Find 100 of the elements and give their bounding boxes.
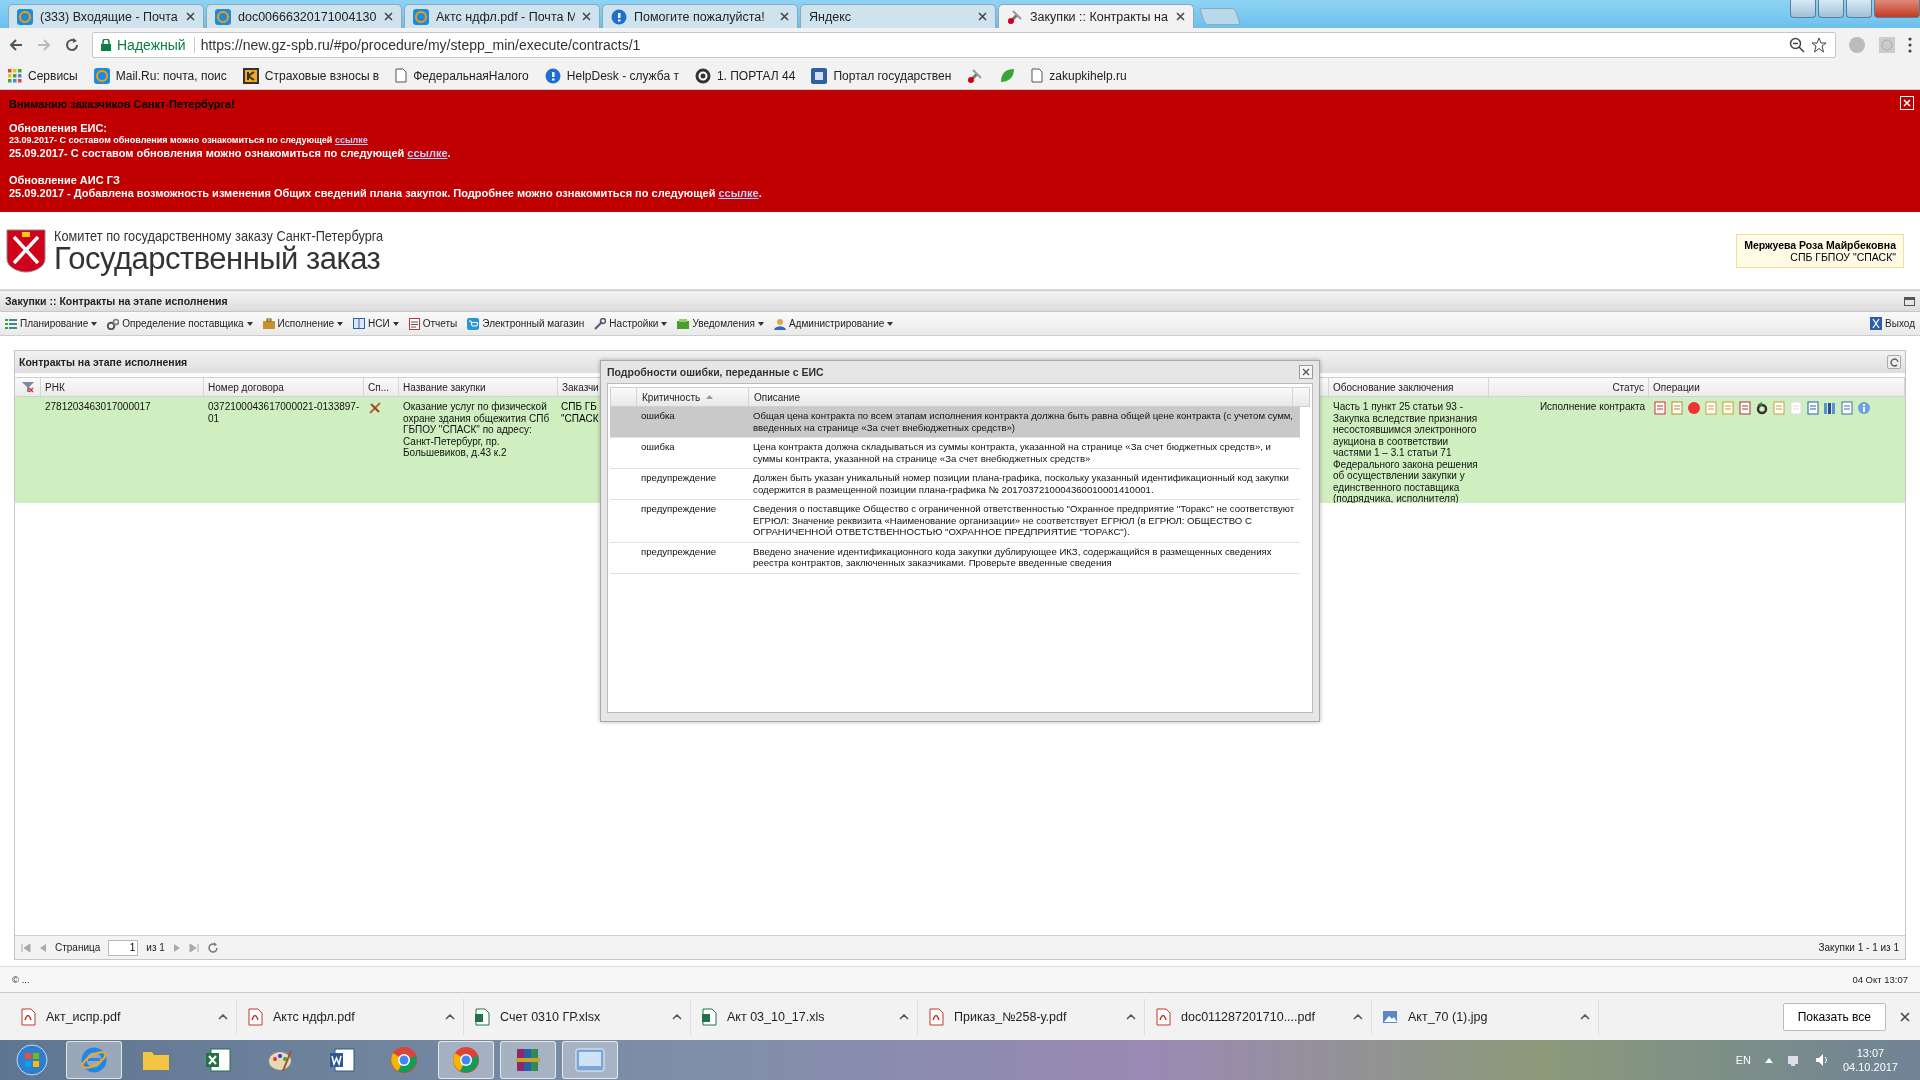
bookmark[interactable]: Страховые взносы в <box>242 67 380 84</box>
collapse-icon[interactable] <box>1904 296 1915 306</box>
back-icon[interactable] <box>8 37 24 53</box>
chevron-up-icon[interactable] <box>218 1013 228 1020</box>
close-icon[interactable] <box>186 12 195 21</box>
bookmark[interactable]: Портал государствен <box>811 67 952 84</box>
clock[interactable]: 13:07 04.10.2017 <box>1842 1046 1898 1074</box>
chevron-up-icon[interactable] <box>672 1013 682 1020</box>
speaker-icon[interactable] <box>1814 1053 1829 1067</box>
bookmark[interactable] <box>967 67 984 84</box>
next-page-icon[interactable] <box>172 942 181 953</box>
user-button[interactable] <box>1790 0 1816 18</box>
reload-icon[interactable] <box>64 37 80 53</box>
zoom-out-icon[interactable] <box>1789 37 1805 53</box>
document-w-icon[interactable] <box>329 1047 355 1073</box>
previous-page-icon[interactable] <box>39 942 47 953</box>
spreadsheet-icon[interactable] <box>205 1047 231 1073</box>
download-item[interactable]: Акт_70 (1).jpg <box>1372 998 1599 1035</box>
browser-tab[interactable]: doc00666320171004130 <box>206 4 402 28</box>
first-page-icon[interactable] <box>21 942 31 953</box>
link[interactable]: ссылке <box>334 135 368 145</box>
download-item[interactable]: Актс ндфл.pdf <box>237 998 464 1035</box>
column-header[interactable]: Название закупки <box>399 378 558 396</box>
chevron-up-icon[interactable] <box>445 1013 455 1020</box>
refresh-button[interactable] <box>1887 355 1901 369</box>
caret-up-icon[interactable] <box>1764 1057 1773 1063</box>
menu-item[interactable]: НСИ <box>353 317 399 330</box>
refresh-icon[interactable] <box>206 941 219 954</box>
download-item[interactable]: Акт_испр.pdf <box>10 998 237 1035</box>
taskbar-button[interactable] <box>500 1041 556 1079</box>
browser-circle-icon[interactable] <box>390 1046 418 1074</box>
browser-tab[interactable]: Яндекс <box>800 4 996 28</box>
column-header[interactable]: Операции <box>1649 378 1905 396</box>
close-icon[interactable] <box>384 12 393 21</box>
record-icon[interactable] <box>1687 401 1701 415</box>
browser-tab[interactable]: (333) Входящие - Почта <box>8 4 204 28</box>
close-icon[interactable] <box>780 12 789 21</box>
column-header[interactable]: Сп... <box>364 378 399 396</box>
browser-tab[interactable]: Закупки :: Контракты на <box>998 4 1194 28</box>
taskbar-button[interactable] <box>438 1041 494 1079</box>
filter-clear-icon[interactable] <box>21 381 34 393</box>
menu-item[interactable]: Настройки <box>594 317 668 330</box>
menu-icon[interactable] <box>1908 37 1912 53</box>
column-header[interactable]: Описание <box>749 388 1293 406</box>
download-item[interactable]: doc011287201710....pdf <box>1145 998 1372 1035</box>
download-item[interactable]: Приказ_№258-у.pdf <box>918 998 1145 1035</box>
menu-item[interactable]: Исполнение <box>262 317 344 330</box>
gear-icon[interactable] <box>1755 401 1769 415</box>
document-icon[interactable] <box>1653 401 1667 415</box>
close-icon[interactable] <box>1176 12 1185 21</box>
question-icon <box>544 67 561 84</box>
close-icon[interactable] <box>978 12 987 21</box>
column-header[interactable]: РНК <box>41 378 204 396</box>
column-header[interactable]: Обоснование заключения <box>1329 378 1489 396</box>
chevron-up-icon[interactable] <box>899 1013 909 1020</box>
page-field[interactable]: 1 <box>108 939 139 956</box>
info-icon[interactable] <box>1857 401 1871 415</box>
chevron-up-icon[interactable] <box>1580 1013 1590 1020</box>
browser-circle-icon[interactable] <box>452 1046 480 1074</box>
bookmark[interactable]: Сервисы <box>8 68 78 83</box>
star-icon[interactable] <box>1811 37 1827 53</box>
download-item[interactable]: Акт 03_10_17.xls <box>691 998 918 1035</box>
taskbar-button[interactable] <box>66 1041 122 1079</box>
menu-item[interactable]: Уведомления <box>677 317 764 330</box>
menu-item[interactable]: Электронный магазин <box>467 317 585 330</box>
menu-item[interactable]: Планирование <box>5 317 98 330</box>
download-item[interactable]: Счет 0310 ГР.xlsx <box>464 998 691 1035</box>
link[interactable]: ссылке <box>718 187 759 199</box>
chevron-up-icon[interactable] <box>1353 1013 1363 1020</box>
spreadsheet-file-icon <box>474 1007 490 1026</box>
menu-item[interactable]: Администрирование <box>773 317 894 330</box>
archive-books-icon[interactable] <box>514 1046 542 1074</box>
bookmark[interactable]: Mail.Ru: почта, поис <box>93 67 227 84</box>
wrench-icon <box>594 317 607 330</box>
maximize-button[interactable] <box>1846 0 1872 18</box>
network-icon[interactable] <box>1786 1053 1801 1067</box>
column-header[interactable]: Номер договора <box>204 378 364 396</box>
last-page-icon[interactable] <box>188 942 199 953</box>
bookmark[interactable]: 1. ПОРТАЛ 44 <box>694 67 796 84</box>
close-icon[interactable] <box>582 12 591 21</box>
bookmark[interactable] <box>999 67 1016 84</box>
start-orb-icon[interactable] <box>16 1044 48 1076</box>
show-all-button[interactable]: Показать все <box>1782 1002 1886 1031</box>
browser-tab[interactable]: Помогите пожалуйста! <box>602 4 798 28</box>
chevron-up-icon[interactable] <box>1126 1013 1136 1020</box>
column-header[interactable]: Статус <box>1489 378 1649 396</box>
close-button[interactable] <box>1299 365 1313 379</box>
menu-item[interactable]: Определение поставщика <box>107 317 253 330</box>
bookmark[interactable]: zakupkihelp.ru <box>1031 68 1127 83</box>
bookmark[interactable]: ФедеральнаяНалого <box>395 68 529 83</box>
bookmark[interactable]: HelpDesk - служба т <box>544 67 679 84</box>
logout-link[interactable]: Выход <box>1870 317 1915 330</box>
table-row[interactable]: ошибка Общая цена контракта по всем этапам исполнения контракта должна быть равна общей цене контракта (с учетом сумм, введенных на странице «За счет внебюджетных средств») <box>610 407 1300 438</box>
column-header[interactable]: Критичность <box>637 388 749 406</box>
books-icon[interactable] <box>1823 401 1837 415</box>
menu-item[interactable]: Отчеты <box>408 317 458 330</box>
address-field[interactable]: Надежный https://new.gz-spb.ru/#po/procedure/my/stepp_min/execute/contracts/1 <box>92 32 1836 58</box>
close-icon[interactable] <box>1900 1011 1910 1022</box>
link[interactable]: ссылке <box>407 147 448 159</box>
minimize-button[interactable] <box>1818 0 1844 18</box>
